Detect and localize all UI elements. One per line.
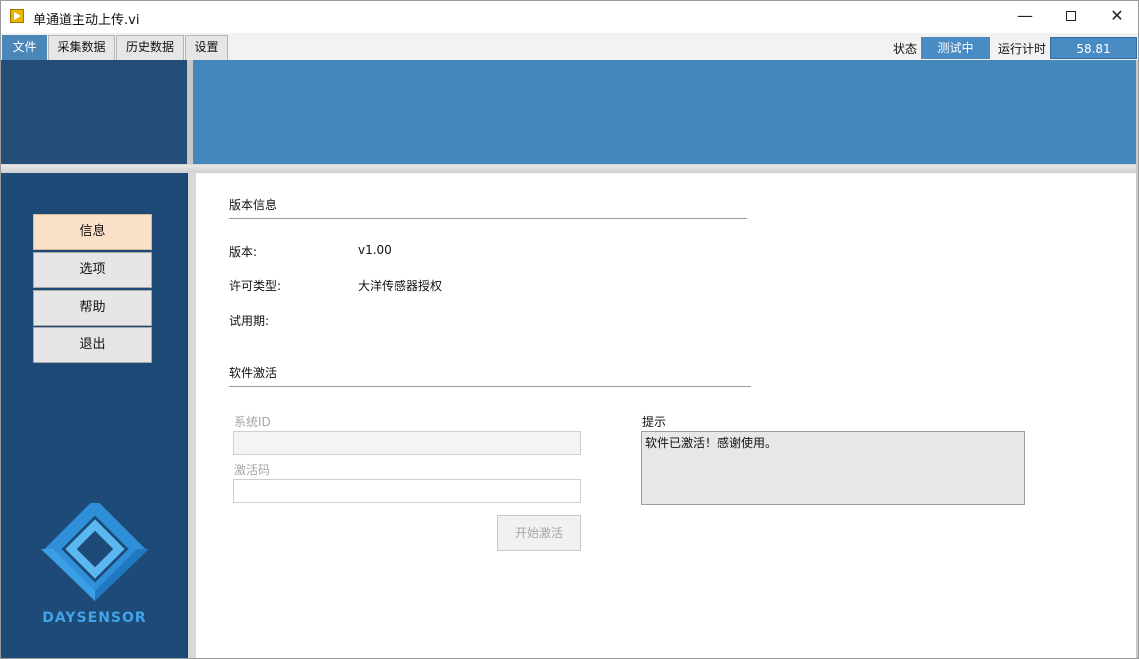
timer-display: 58.81 [1050,37,1137,59]
system-id-field[interactable] [233,431,581,455]
sidebar-item-info[interactable]: 信息 [33,214,152,250]
close-icon: ✕ [1110,6,1124,25]
version-value: v1.00 [358,243,392,257]
activation-code-label: 激活码 [234,463,271,477]
version-section-title: 版本信息 [229,198,278,212]
header-left-panel [1,60,187,164]
window-title: 单通道主动上传.vi [33,13,140,28]
app-window: 单通道主动上传.vi — ✕ 文件 采集数据 历史数据 设置 状态 测试中 运行… [0,0,1139,659]
right-edge-scrollbar[interactable] [1136,60,1138,658]
tab-collect-data[interactable]: 采集数据 [48,35,115,60]
tab-file[interactable]: 文件 [2,35,47,60]
title-bar: 单通道主动上传.vi — ✕ [1,1,1138,33]
sidebar-item-help[interactable]: 帮助 [33,290,152,326]
minimize-button[interactable]: — [1002,1,1048,33]
maximize-icon [1066,11,1076,21]
license-type-value: 大洋传感器授权 [358,279,443,293]
daysensor-logo-icon [41,503,149,601]
activation-section-title: 软件激活 [229,366,278,380]
sidebar-splitter[interactable] [188,173,196,658]
tab-settings[interactable]: 设置 [185,35,228,60]
start-activation-button[interactable]: 开始激活 [497,515,581,551]
header-banner [193,60,1138,164]
close-button[interactable]: ✕ [1094,1,1138,33]
license-type-label: 许可类型: [229,279,282,293]
timer-label: 运行计时 [998,42,1047,56]
status-indicator: 测试中 [921,37,990,59]
trial-period-label: 试用期: [229,314,270,328]
minimize-icon: — [1017,6,1033,25]
activation-code-field[interactable] [233,479,581,503]
sidebar-item-options[interactable]: 选项 [33,252,152,288]
sidebar-item-exit[interactable]: 退出 [33,327,152,363]
tab-history-data[interactable]: 历史数据 [116,35,184,60]
status-label: 状态 [893,42,918,56]
hint-label: 提示 [642,415,667,429]
logo-text: DAYSENSOR [42,610,147,626]
maximize-button[interactable] [1048,1,1094,33]
horizontal-splitter[interactable] [1,164,1138,173]
menu-bar: 文件 采集数据 历史数据 设置 状态 测试中 运行计时 58.81 [1,33,1138,60]
hint-textbox: 软件已激活！感谢使用。 [641,431,1025,505]
labview-app-icon [10,9,24,23]
section-divider [229,218,747,219]
sidebar: 信息 选项 帮助 退出 DAYSENSOR [1,173,188,658]
system-id-label: 系统ID [234,415,271,429]
version-label: 版本: [229,245,258,259]
section-divider [229,386,751,387]
info-panel: 版本信息 版本: v1.00 许可类型: 大洋传感器授权 试用期: 软件激活 系… [196,173,1138,658]
